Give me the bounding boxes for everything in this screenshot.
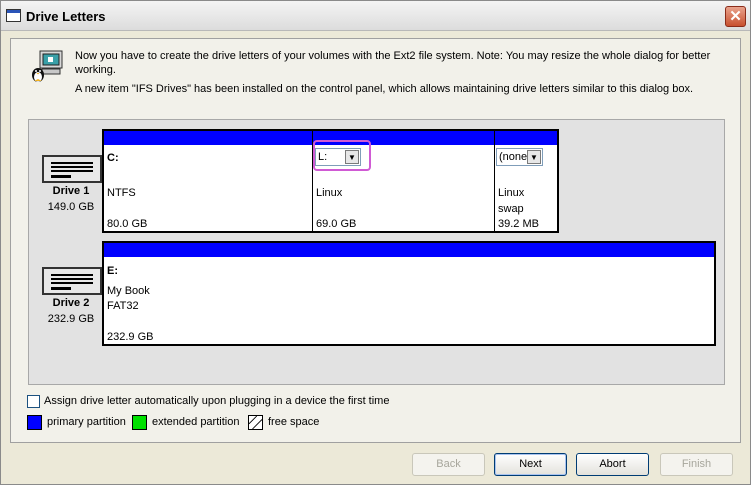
- primary-partition-bar: [104, 131, 312, 145]
- free-space-swatch: [248, 415, 263, 430]
- partition-size: 80.0 GB: [107, 218, 148, 230]
- legend-extended-label: extended partition: [152, 416, 240, 428]
- extended-swatch: [132, 415, 147, 430]
- partition-label: My Book: [107, 285, 150, 297]
- intro-text-line-3: A new item "IFS Drives" has been install…: [75, 83, 693, 95]
- primary-swatch: [27, 415, 42, 430]
- partition-size: 232.9 GB: [107, 331, 154, 343]
- window-icon: [6, 9, 21, 22]
- drive-1-name: Drive 1: [52, 185, 90, 197]
- partition-letter: C:: [107, 152, 119, 164]
- drives-panel: Drive 1 149.0 GB C: NTFS 80.0 GB L: ▼ Li…: [28, 119, 725, 385]
- drive-2-name: Drive 2: [52, 297, 90, 309]
- selection-highlight: [313, 140, 371, 171]
- partition-filesystem: Linux: [498, 187, 525, 199]
- legend-free-label: free space: [268, 416, 320, 428]
- partition-filesystem: NTFS: [107, 187, 136, 199]
- partition-size: 39.2 MB: [498, 218, 539, 230]
- partition-e[interactable]: E: My Book FAT32 232.9 GB: [104, 243, 714, 344]
- chevron-down-icon[interactable]: ▼: [527, 150, 541, 164]
- auto-assign-checkbox[interactable]: [27, 395, 40, 408]
- primary-partition-bar: [495, 131, 557, 145]
- legend-primary-label: primary partition: [47, 416, 126, 428]
- partition-swap[interactable]: (none) ▼ Linux swap 39.2 MB: [494, 131, 557, 231]
- partition-filesystem: Linux: [316, 187, 343, 199]
- drive-1-size: 149.0 GB: [47, 201, 95, 213]
- back-button[interactable]: Back: [412, 453, 485, 476]
- select-value: (none): [499, 151, 529, 163]
- partition-c[interactable]: C: NTFS 80.0 GB: [104, 131, 312, 231]
- close-button[interactable]: ✕: [725, 6, 746, 27]
- window-title: Drive Letters: [26, 9, 106, 24]
- primary-partition-bar: [104, 243, 714, 257]
- partition-filesystem-detail: swap: [498, 203, 524, 215]
- partition-size: 69.0 GB: [316, 218, 357, 230]
- partition-letter: E:: [107, 265, 118, 277]
- title-bar[interactable]: Drive Letters ✕: [1, 1, 750, 31]
- intro-text-line-1: Now you have to create the drive letters…: [75, 50, 711, 62]
- partition-filesystem: FAT32: [107, 300, 139, 312]
- computer-with-penguin-icon: [32, 50, 63, 82]
- drive-2-size: 232.9 GB: [47, 313, 95, 325]
- hard-disk-icon: [42, 155, 102, 183]
- auto-assign-label[interactable]: Assign drive letter automatically upon p…: [44, 395, 389, 407]
- abort-button[interactable]: Abort: [576, 453, 649, 476]
- drive-letters-dialog: Drive Letters ✕ Now you have to create t…: [0, 0, 751, 485]
- drive-letter-select[interactable]: (none) ▼: [496, 148, 543, 166]
- finish-button[interactable]: Finish: [660, 453, 733, 476]
- next-button[interactable]: Next: [494, 453, 567, 476]
- dialog-content: Now you have to create the drive letters…: [10, 38, 741, 443]
- hard-disk-icon: [42, 267, 102, 295]
- intro-text-line-2: working.: [75, 64, 116, 76]
- drive-2-disk: E: My Book FAT32 232.9 GB: [102, 241, 716, 346]
